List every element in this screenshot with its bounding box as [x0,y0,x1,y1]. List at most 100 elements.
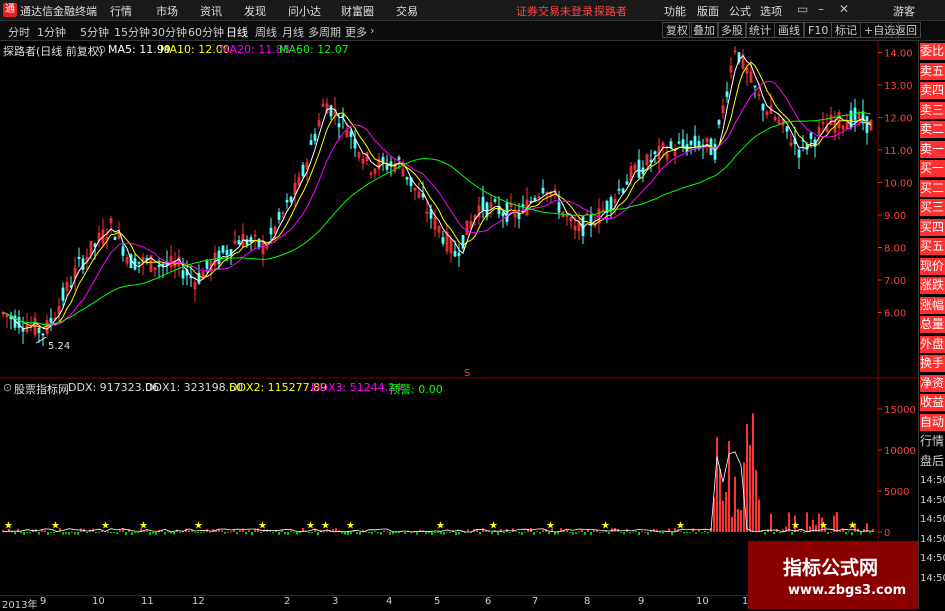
candle-body [693,135,697,147]
candle-body [329,105,333,117]
menu-gongshi[interactable]: 公式 [729,3,751,19]
btn-duogu[interactable]: 多股 [717,22,747,38]
btn-fuquan[interactable]: 复权 [662,22,692,38]
side-item[interactable]: 卖五 [920,62,945,80]
ddx-bar [221,530,223,532]
candle-body [517,213,521,220]
restore-icon[interactable]: ▭ [797,2,808,16]
side-item[interactable]: 14:50 [920,511,945,528]
btn-fanhui[interactable]: 返回 [891,22,921,38]
minimize-icon[interactable]: – [818,2,824,16]
menu-shichang[interactable]: 市场 [156,3,178,19]
side-item[interactable]: 自动 [920,413,945,431]
close-icon[interactable]: ✕ [839,2,849,16]
indicator-tick-label: 5000 [884,487,909,498]
menu-gongneng[interactable]: 功能 [664,3,686,19]
side-item[interactable]: 卖四 [920,82,945,99]
period-1min[interactable]: 1分钟 [37,24,66,40]
price-tick-label: 13.00 [884,81,913,92]
candle-body [49,317,53,323]
ddx-bar [434,532,436,533]
ddx-bar [383,530,385,532]
ddx-bar [659,532,661,533]
side-item[interactable]: 收益 [920,394,945,411]
ddx-bar [350,532,352,534]
side-item[interactable]: 买四 [920,218,945,236]
btn-f10[interactable]: F10 [804,22,833,38]
ddx-bar [515,531,517,533]
candle-body [21,328,25,332]
period-weekly[interactable]: 周线 [255,24,277,40]
menu-zixun[interactable]: 资讯 [200,3,222,19]
chart-canvas[interactable]: 14.00 13.00 12.00 11.00 10.00 9.00 8.00 7.00 6.0… [0,41,918,595]
ddx-bar [719,468,721,532]
period-fenshi[interactable]: 分时 [8,24,30,40]
side-item[interactable]: 盘后 [920,453,945,470]
btn-tongji[interactable]: 统计 [745,22,775,38]
menu-caifuquan[interactable]: 财富圈 [341,3,374,19]
menu-faxian[interactable]: 发现 [244,3,266,19]
side-item[interactable]: 买三 [920,199,945,216]
side-item[interactable]: 14:50 [920,570,945,587]
side-item[interactable]: 现价 [920,257,945,275]
side-item[interactable]: 14:50 [920,550,945,567]
btn-diejia[interactable]: 叠加 [689,22,719,38]
side-item[interactable]: 买五 [920,238,945,255]
chevron-right-icon[interactable]: › [370,24,374,37]
ddx-bar [359,532,361,535]
candle-body [405,176,409,180]
menu-wenxiaoda[interactable]: 问小达 [288,3,321,19]
ddx-bar [95,532,97,533]
btn-biaoji[interactable]: 标记 [831,22,861,38]
side-item[interactable]: 委比 [920,43,945,60]
period-15min[interactable]: 15分钟 [114,24,150,40]
side-item[interactable]: 14:50 [920,531,945,548]
btn-huaxian[interactable]: 画线 [774,22,804,38]
ddx-bar [137,532,139,533]
side-item[interactable]: 卖二 [920,121,945,138]
candle-body [277,212,281,220]
ddx-bar [542,529,544,532]
ddx-bar [746,423,748,532]
side-item[interactable]: 买一 [920,160,945,177]
candle-body [533,197,537,201]
side-item[interactable]: 卖三 [920,101,945,119]
guest-label[interactable]: 游客 [893,3,915,19]
period-multi[interactable]: 多周期 [308,24,341,40]
side-item[interactable]: 净资 [920,374,945,392]
menu-xuanxiang[interactable]: 选项 [760,3,782,19]
ddx-bar [602,531,604,533]
candle-body [761,103,765,111]
period-daily[interactable]: 日线 [226,24,248,40]
side-item[interactable]: 总量 [920,316,945,333]
side-item[interactable]: 卖一 [920,140,945,158]
period-monthly[interactable]: 月线 [282,24,304,40]
side-item[interactable]: 14:50 [920,472,945,489]
side-item[interactable]: 换手 [920,355,945,372]
candle-body [637,159,641,178]
signal-star-icon: ★ [51,521,60,532]
ddx-bar [86,532,88,533]
login-notice[interactable]: 证券交易未登录 [516,3,593,19]
user-name[interactable]: 探路者 [594,3,627,19]
period-30min[interactable]: 30分钟 [151,24,187,40]
period-60min[interactable]: 60分钟 [188,24,224,40]
side-item[interactable]: 行情 [920,433,945,450]
menu-hangqing[interactable]: 行情 [110,3,132,19]
period-more[interactable]: 更多 [345,24,367,40]
ddx-bar [767,529,769,532]
menu-jiaoyi[interactable]: 交易 [396,3,418,19]
ddx-bar [110,532,112,533]
side-item[interactable]: 涨幅 [920,296,945,314]
ddx-bar [356,532,358,535]
ddx-bar [98,531,100,533]
side-item[interactable]: 涨跌 [920,277,945,294]
side-item[interactable]: 14:50 [920,492,945,509]
period-5min[interactable]: 5分钟 [80,24,109,40]
signal-star-icon: ★ [601,521,610,532]
menu-banmian[interactable]: 版面 [697,3,719,19]
side-item[interactable]: 买二 [920,179,945,197]
candle-body [541,187,545,194]
side-item[interactable]: 外盘 [920,335,945,353]
candle-body [217,250,221,265]
